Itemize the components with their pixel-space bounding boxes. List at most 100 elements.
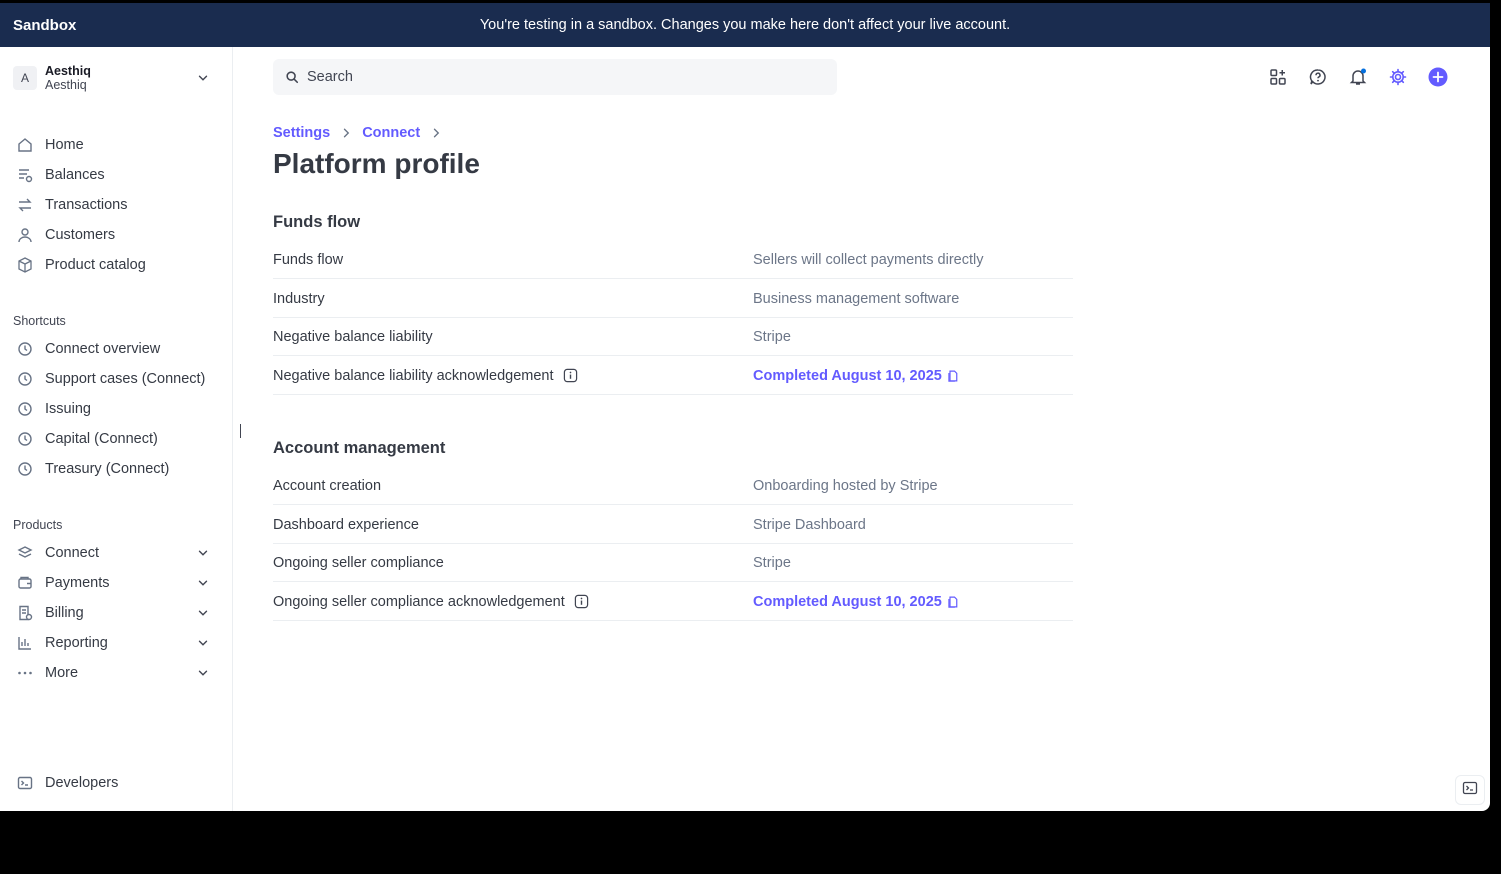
- sidebar-item-product-catalog[interactable]: Product catalog: [13, 250, 218, 280]
- shortcut-capital[interactable]: Capital (Connect): [13, 424, 218, 454]
- terminal-toggle-button[interactable]: [1455, 775, 1485, 805]
- sidebar-item-label: Customers: [45, 227, 116, 243]
- chart-icon: [13, 631, 37, 655]
- sidebar-item-label: Connect overview: [45, 341, 161, 357]
- search-placeholder: Search: [307, 69, 353, 85]
- sidebar-item-reporting[interactable]: Reporting: [13, 628, 218, 658]
- account-subname: Aesthiq: [45, 78, 87, 92]
- breadcrumb-connect[interactable]: Connect: [362, 125, 420, 141]
- chevron-down-icon: [196, 606, 210, 624]
- detail-row: Industry Business management software: [273, 280, 1073, 318]
- detail-row: Account creation Onboarding hosted by St…: [273, 467, 1073, 505]
- info-icon[interactable]: [574, 594, 589, 609]
- row-value: Completed August 10, 2025: [753, 593, 942, 610]
- sidebar-item-label: Capital (Connect): [45, 431, 158, 447]
- settings-gear-icon[interactable]: [1386, 65, 1410, 89]
- chevron-right-icon: [430, 127, 442, 139]
- row-label: Negative balance liability acknowledgeme…: [273, 367, 554, 384]
- sidebar-item-label: Transactions: [45, 197, 128, 213]
- sidebar-item-billing[interactable]: Billing: [13, 598, 218, 628]
- sidebar-item-label: Support cases (Connect): [45, 371, 206, 387]
- terminal-icon: [13, 771, 37, 795]
- balances-icon: [13, 163, 37, 187]
- document-icon: [947, 370, 959, 382]
- sidebar-item-label: Connect: [45, 545, 100, 561]
- sidebar-item-label: Issuing: [45, 401, 91, 417]
- account-avatar: A: [13, 66, 37, 90]
- sidebar-item-label: Payments: [45, 575, 110, 591]
- breadcrumb: Settings Connect: [273, 125, 452, 141]
- shortcut-support-cases[interactable]: Support cases (Connect): [13, 364, 218, 394]
- breadcrumb-settings[interactable]: Settings: [273, 125, 330, 141]
- sidebar-item-label: Reporting: [45, 635, 108, 651]
- chevron-right-icon: [340, 127, 352, 139]
- wallet-icon: [13, 571, 37, 595]
- sandbox-banner: Sandbox You're testing in a sandbox. Cha…: [0, 3, 1490, 47]
- sidebar-item-connect[interactable]: Connect: [13, 538, 218, 568]
- products-heading: Products: [13, 518, 63, 532]
- row-value: Stripe: [753, 554, 791, 571]
- app-window: Sandbox You're testing in a sandbox. Cha…: [0, 3, 1490, 811]
- chevron-down-icon: [196, 666, 210, 684]
- account-switcher[interactable]: A Aesthiq Aesthiq: [13, 61, 218, 95]
- box-icon: [13, 253, 37, 277]
- sidebar-item-home[interactable]: Home: [13, 130, 218, 160]
- sidebar-item-label: Product catalog: [45, 257, 146, 273]
- create-plus-icon[interactable]: [1426, 65, 1450, 89]
- info-icon[interactable]: [563, 368, 578, 383]
- acknowledgement-link[interactable]: Completed August 10, 2025: [753, 594, 959, 610]
- apps-icon[interactable]: [1266, 65, 1290, 89]
- sidebar-item-label: Treasury (Connect): [45, 461, 170, 477]
- search-icon: [285, 70, 299, 84]
- sidebar-item-developers[interactable]: Developers: [13, 768, 218, 798]
- row-value: Business management software: [753, 290, 960, 307]
- layers-icon: [13, 541, 37, 565]
- sidebar-item-label: Home: [45, 137, 84, 153]
- page-title: Platform profile: [273, 148, 480, 179]
- detail-row: Negative balance liability acknowledgeme…: [273, 357, 1073, 395]
- detail-row: Ongoing seller compliance Stripe: [273, 544, 1073, 582]
- detail-row: Negative balance liability Stripe: [273, 318, 1073, 356]
- sidebar-item-more[interactable]: More: [13, 658, 218, 688]
- top-toolbar: [1266, 65, 1450, 89]
- account-name: Aesthiq: [45, 64, 91, 78]
- home-icon: [13, 133, 37, 157]
- detail-row: Ongoing seller compliance acknowledgemen…: [273, 583, 1073, 621]
- chevron-down-icon: [196, 636, 210, 654]
- customers-icon: [13, 223, 37, 247]
- clock-icon: [13, 337, 37, 361]
- row-label: Account creation: [273, 477, 382, 494]
- sidebar-item-customers[interactable]: Customers: [13, 220, 218, 250]
- row-value: Completed August 10, 2025: [753, 367, 942, 384]
- search-input[interactable]: Search: [273, 59, 837, 95]
- row-label: Funds flow: [273, 251, 344, 268]
- transactions-icon: [13, 193, 37, 217]
- acknowledgement-link[interactable]: Completed August 10, 2025: [753, 368, 959, 384]
- row-label: Ongoing seller compliance: [273, 554, 444, 571]
- shortcut-treasury[interactable]: Treasury (Connect): [13, 454, 218, 484]
- billing-icon: [13, 601, 37, 625]
- clock-icon: [13, 457, 37, 481]
- section-title-account-management: Account management: [273, 439, 446, 457]
- sidebar: A Aesthiq Aesthiq Home Balances Transact…: [0, 47, 233, 811]
- row-label: Ongoing seller compliance acknowledgemen…: [273, 593, 565, 610]
- row-value: Stripe: [753, 328, 791, 345]
- clock-icon: [13, 367, 37, 391]
- sidebar-item-label: More: [45, 665, 79, 681]
- help-icon[interactable]: [1306, 65, 1330, 89]
- row-value: Onboarding hosted by Stripe: [753, 477, 938, 494]
- sidebar-item-payments[interactable]: Payments: [13, 568, 218, 598]
- shortcut-connect-overview[interactable]: Connect overview: [13, 334, 218, 364]
- sandbox-label: Sandbox: [13, 16, 77, 34]
- sidebar-item-label: Billing: [45, 605, 84, 621]
- sandbox-message: You're testing in a sandbox. Changes you…: [479, 17, 1011, 33]
- shortcut-issuing[interactable]: Issuing: [13, 394, 218, 424]
- terminal-icon: [1462, 780, 1478, 801]
- notifications-bell-icon[interactable]: [1346, 65, 1370, 89]
- sidebar-item-label: Developers: [45, 775, 119, 791]
- sidebar-item-transactions[interactable]: Transactions: [13, 190, 218, 220]
- sidebar-item-balances[interactable]: Balances: [13, 160, 218, 190]
- chevron-down-icon: [196, 71, 210, 90]
- row-label: Industry: [273, 290, 325, 307]
- clock-icon: [13, 397, 37, 421]
